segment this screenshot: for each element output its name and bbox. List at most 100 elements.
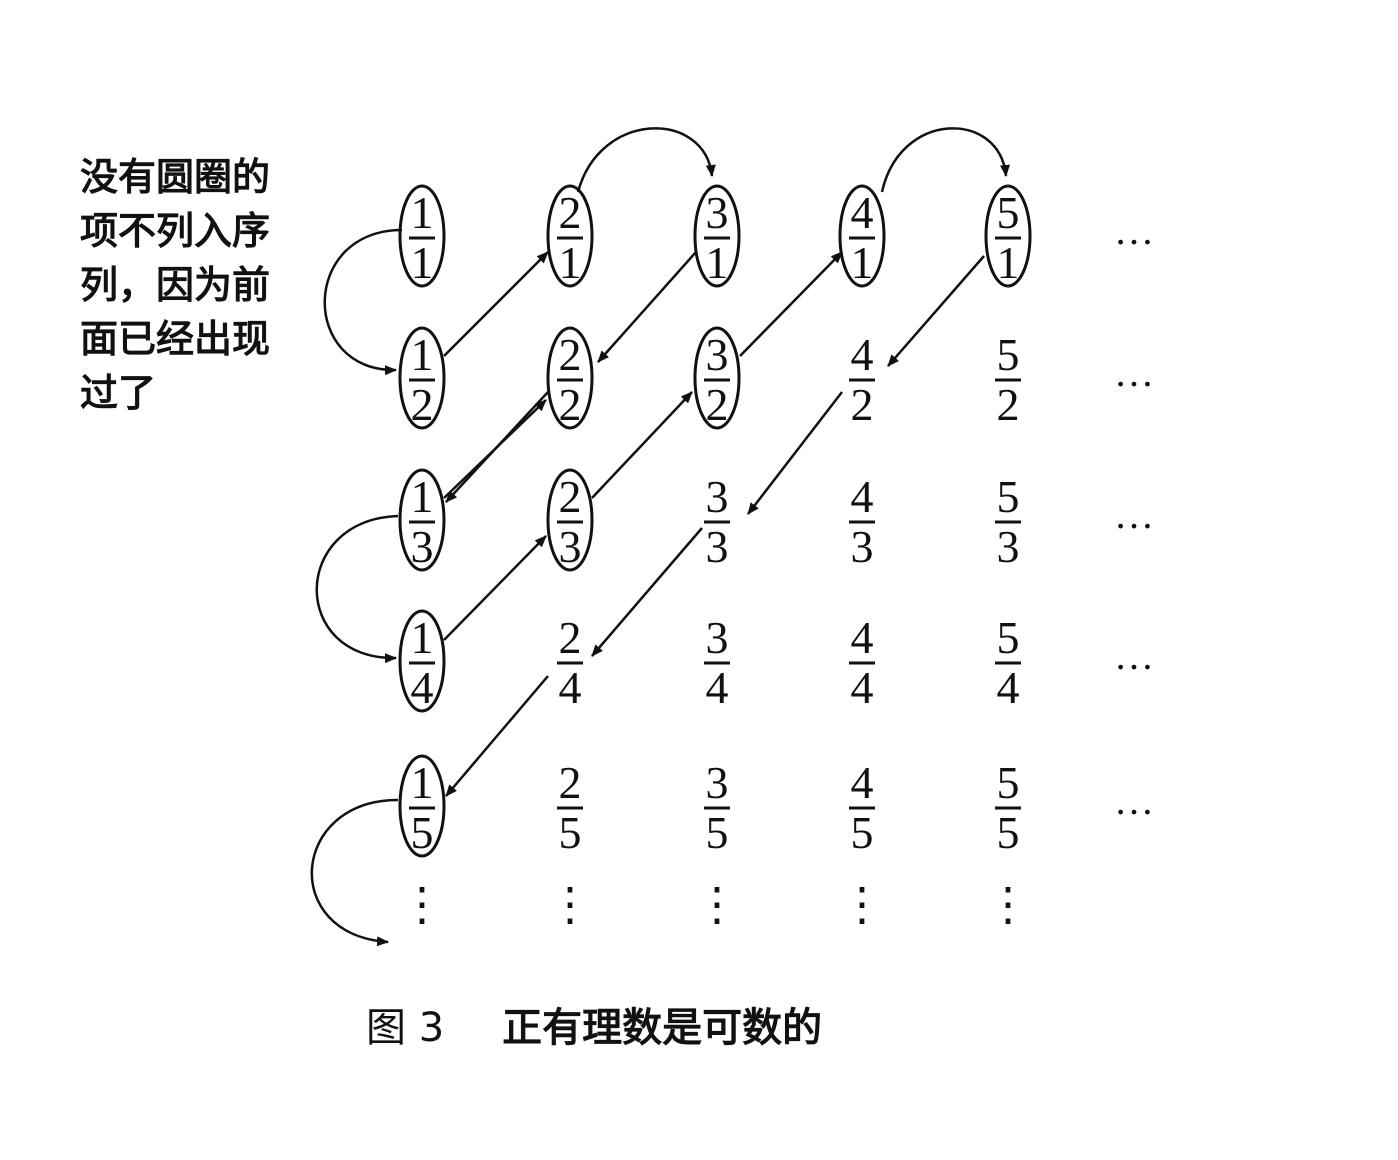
fraction-4-3: 43 [849,471,875,572]
fraction-numerator: 3 [706,329,729,380]
fraction-numerator: 4 [851,187,874,238]
fraction-numerator: 1 [411,187,434,238]
fraction-numerator: 1 [411,329,434,380]
fraction-numerator: 1 [411,612,434,663]
fraction-denominator: 3 [706,521,729,572]
fraction-denominator: 2 [559,379,582,430]
arrow-curve-1/5-to-next [310,798,399,947]
fraction-4-1: 41 [838,184,886,288]
arrow-1/2-to-2/1 [443,251,549,357]
fraction-numerator: 4 [851,757,874,808]
column-ellipsis-2: ⋮ [547,879,593,930]
fraction-5-5: 55 [995,757,1021,858]
arrow-curve-1/1-to-1/2 [323,228,403,376]
fraction-numerator: 5 [997,471,1020,522]
fraction-numerator: 4 [851,471,874,522]
fraction-denominator: 4 [411,662,434,713]
fraction-numerator: 2 [559,471,582,522]
fraction-4-2: 42 [849,329,875,430]
figure-title: 正有理数是可数的 [502,1005,823,1051]
fraction-numerator: 5 [997,757,1020,808]
fraction-denominator: 5 [706,807,729,858]
arrow-4/2-to-3/3 [747,391,843,515]
fraction-2-1: 21 [546,184,594,288]
fraction-denominator: 1 [411,237,434,288]
fraction-denominator: 2 [706,379,729,430]
fraction-denominator: 4 [559,662,582,713]
arrow-3/3-to-2/4 [591,527,703,657]
arrow-5/1-to-4/2 [887,255,985,367]
fraction-numerator: 5 [997,329,1020,380]
fraction-denominator: 2 [997,379,1020,430]
fraction-denominator: 4 [706,662,729,713]
fraction-denominator: 2 [411,379,434,430]
fraction-denominator: 5 [559,807,582,858]
fraction-denominator: 5 [851,807,874,858]
arrow-1/3-to-2/3 [443,399,547,499]
fraction-1-4: 14 [398,609,446,713]
column-continuation-dots: ⋮ ⋮ ⋮ ⋮ ⋮ [399,879,1031,930]
fraction-numerator: 3 [706,757,729,808]
column-ellipsis-3: ⋮ [694,879,740,930]
arrow-curve-2/1-to-3/1 [576,127,716,193]
fraction-denominator: 5 [411,807,434,858]
fraction-numerator: 2 [559,757,582,808]
fraction-1-2: 12 [398,326,446,430]
column-ellipsis-1: ⋮ [399,879,445,930]
fraction-5-3: 53 [995,471,1021,572]
figure-caption: 图 3 正有理数是可数的 [366,995,822,1053]
fraction-numerator: 2 [559,612,582,663]
fraction-1-5: 15 [398,754,446,858]
arrow-curve-4/1-to-5/1 [880,127,1010,193]
fraction-numerator: 2 [559,187,582,238]
fraction-numerator: 4 [851,612,874,663]
fraction-3-2: 32 [693,326,741,430]
fraction-denominator: 4 [851,662,874,713]
fraction-denominator: 1 [997,237,1020,288]
fraction-5-2: 52 [995,329,1021,430]
row-ellipsis-4: … [1114,633,1156,678]
row-continuation-dots: …………… [1114,208,1156,823]
arrow-2/3-to-3/2 [591,391,693,499]
fraction-denominator: 5 [997,807,1020,858]
column-ellipsis-4: ⋮ [839,879,885,930]
fraction-denominator: 1 [706,237,729,288]
fraction-3-1: 31 [693,184,741,288]
fraction-numerator: 4 [851,329,874,380]
fraction-denominator: 3 [851,521,874,572]
fraction-1-3: 13 [398,468,446,572]
fraction-denominator: 1 [559,237,582,288]
figure-number: 图 3 [366,1005,445,1051]
fraction-5-1: 51 [984,184,1032,288]
arrow-2/4-to-1/5 [445,675,549,797]
fraction-5-4: 54 [995,612,1021,713]
fraction-numerator: 5 [997,187,1020,238]
fraction-numerator: 3 [706,187,729,238]
arrow-3/1-to-2/2 [597,251,697,363]
row-ellipsis-1: … [1114,208,1156,253]
fraction-denominator: 4 [997,662,1020,713]
fraction-numerator: 2 [559,329,582,380]
fraction-4-4: 44 [849,612,875,713]
fraction-denominator: 1 [851,237,874,288]
column-ellipsis-5: ⋮ [985,879,1031,930]
fraction-denominator: 3 [411,521,434,572]
fraction-grid: 1121314151122232425213233343531424344454… [398,184,1032,858]
fraction-4-5: 45 [849,757,875,858]
row-ellipsis-5: … [1114,778,1156,823]
fraction-3-3: 33 [704,471,730,572]
fraction-numerator: 1 [411,757,434,808]
fraction-2-5: 25 [557,757,583,858]
rational-enumeration-diagram: 1121314151122232425213233343531424344454… [310,127,1156,947]
fraction-2-3: 23 [546,468,594,572]
fraction-numerator: 3 [706,471,729,522]
fraction-numerator: 3 [706,612,729,663]
fraction-numerator: 1 [411,471,434,522]
fraction-numerator: 5 [997,612,1020,663]
fraction-denominator: 3 [559,521,582,572]
arrow-curve-1/3-to-1/4 [315,514,399,664]
fraction-3-4: 34 [704,612,730,713]
arrow-3/2-to-4/1 [739,251,843,357]
fraction-3-5: 35 [704,757,730,858]
row-ellipsis-3: … [1114,492,1156,537]
